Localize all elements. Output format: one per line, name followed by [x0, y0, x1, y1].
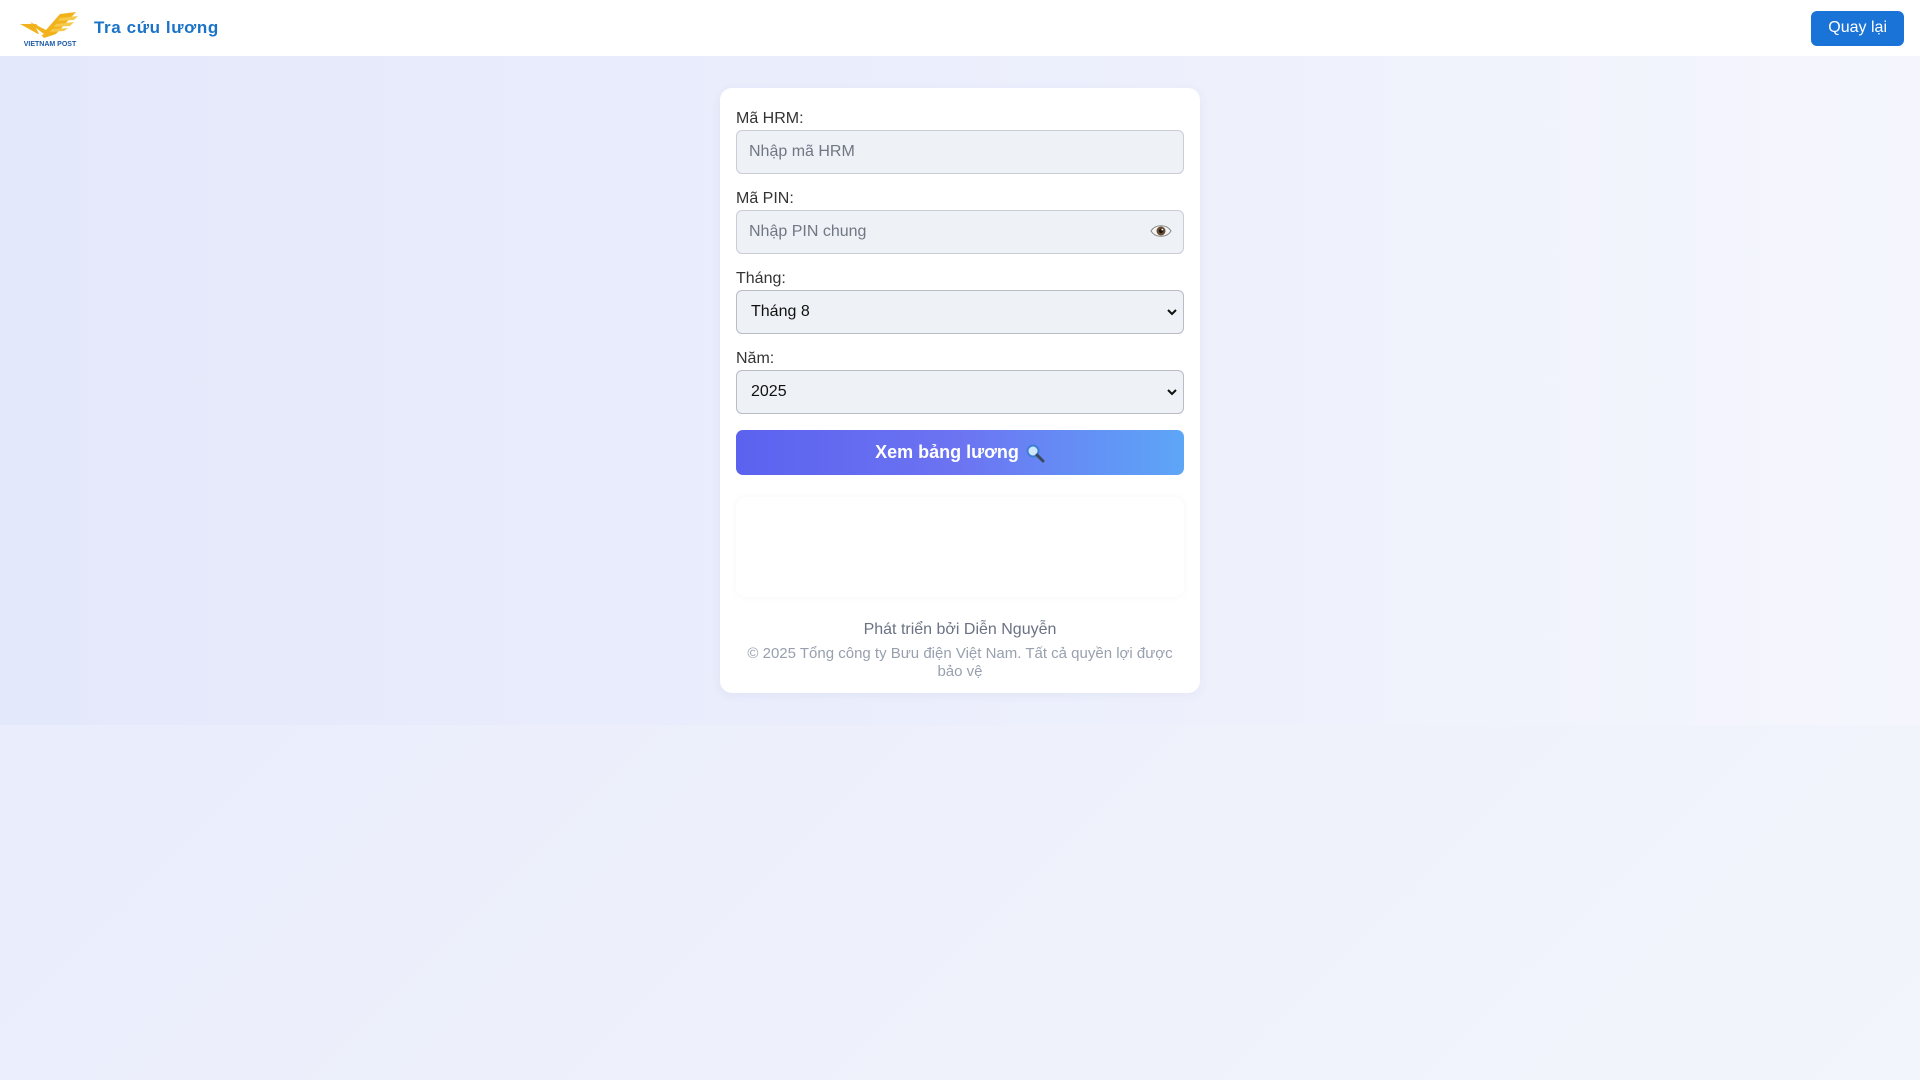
pin-field: Mã PIN: [736, 190, 1184, 254]
hrm-field: Mã HRM: [736, 110, 1184, 174]
magnifier-icon [1025, 443, 1045, 463]
view-payslip-button[interactable]: Xem bảng lương [736, 430, 1184, 475]
eye-icon[interactable] [1150, 220, 1172, 242]
card-footer: Phát triển bởi Diễn Nguyễn © 2025 Tổng c… [736, 621, 1184, 681]
month-field: Tháng: Tháng 8 [736, 270, 1184, 334]
year-field: Năm: 2025 [736, 350, 1184, 414]
vietnam-post-logo-icon: VIETNAM POST [16, 8, 84, 48]
back-button[interactable]: Quay lại [1811, 10, 1904, 46]
view-payslip-label: Xem bảng lương [875, 442, 1019, 462]
year-label: Năm: [736, 350, 775, 367]
page-title: Tra cứu lương [94, 18, 219, 37]
copyright-notice: © 2025 Tổng công ty Bưu điện Việt Nam. T… [747, 645, 1173, 680]
pin-input[interactable] [736, 210, 1184, 254]
result-area [736, 497, 1184, 597]
month-label: Tháng: [736, 270, 786, 287]
brand: VIETNAM POST Tra cứu lương [16, 8, 219, 48]
hrm-label: Mã HRM: [736, 110, 804, 127]
chevron-down-icon [1166, 305, 1178, 319]
month-selected-value: Tháng 8 [751, 303, 810, 320]
pin-label: Mã PIN: [736, 190, 794, 207]
year-select[interactable]: 2025 [736, 370, 1184, 414]
top-bar: VIETNAM POST Tra cứu lương Quay lại [0, 0, 1920, 56]
chevron-down-icon [1166, 385, 1178, 399]
year-selected-value: 2025 [751, 383, 787, 400]
hrm-input[interactable] [736, 130, 1184, 174]
logo-text: VIETNAM POST [24, 41, 77, 48]
lookup-card: Mã HRM: Mã PIN: Tháng: Tháng 8 [720, 88, 1200, 693]
developer-credit: Phát triển bởi Diễn Nguyễn [863, 621, 1057, 638]
month-select[interactable]: Tháng 8 [736, 290, 1184, 334]
